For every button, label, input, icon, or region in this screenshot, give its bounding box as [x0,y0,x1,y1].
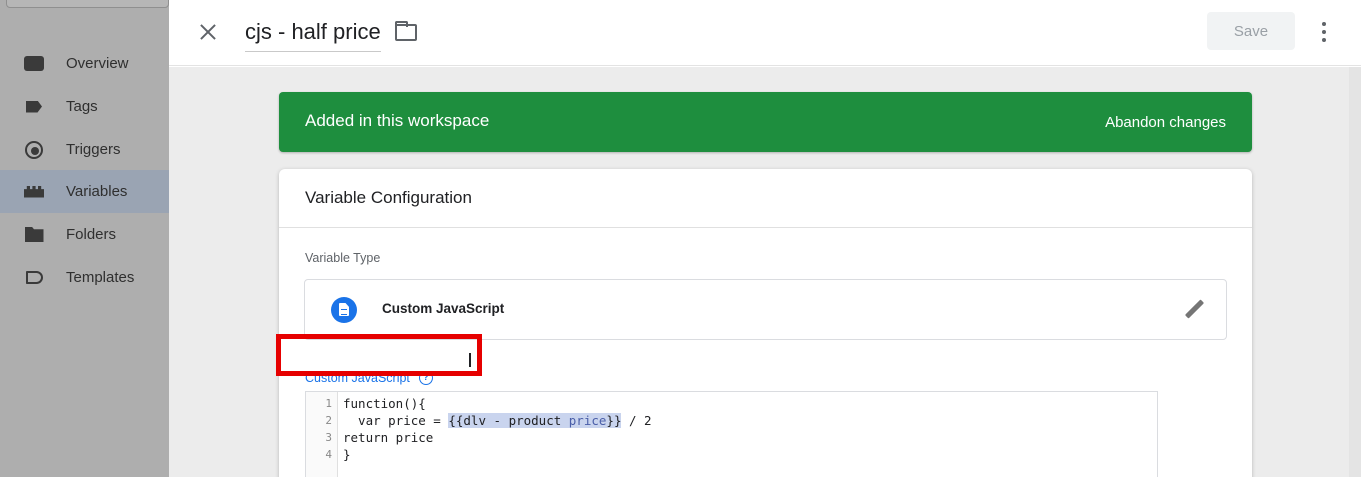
line-number: 2 [325,414,332,427]
sidebar-item-label: Variables [66,183,128,200]
sidebar-item-label: Triggers [66,141,121,158]
sidebar-item-label: Templates [66,269,135,286]
line-number: 4 [325,448,332,461]
code-text: var price = [343,413,449,428]
line-number: 1 [325,397,332,410]
variable-configuration-card: Variable Configuration Variable Type Cus… [279,169,1252,477]
workspace-selector[interactable] [6,0,169,8]
workspace-status-banner: Added in this workspace Abandon changes [279,92,1252,152]
code-line-3: return price [343,430,434,445]
code-editor[interactable]: 1 2 3 4 function(){ var price = {{dlv - … [305,391,1158,477]
sidebar-item-label: Overview [66,55,129,72]
editor-header: cjs - half price Save [169,0,1361,66]
divider [279,227,1252,228]
folder-icon [24,227,44,243]
sidebar-item-templates[interactable]: Templates [0,256,169,299]
card-title: Variable Configuration [305,188,472,207]
sidebar-item-overview[interactable]: Overview [0,42,169,85]
close-icon[interactable] [196,20,220,44]
code-text: {{dlv - product [448,413,569,428]
abandon-changes-button[interactable]: Abandon changes [1105,114,1226,131]
code-line-4: } [343,447,351,462]
folder-icon[interactable] [395,21,417,41]
document-icon [331,297,357,323]
code-text: }} [606,413,622,428]
sidebar-item-variables[interactable]: Variables [0,170,169,213]
variable-type-name: Custom JavaScript [382,301,505,316]
more-options-icon[interactable] [1315,20,1333,44]
edit-pencil-icon[interactable] [1184,299,1206,321]
banner-message: Added in this workspace [305,111,490,130]
sidebar-item-tags[interactable]: Tags [0,85,169,128]
code-text: price [568,413,607,428]
main-content: Added in this workspace Abandon changes … [169,67,1361,477]
overview-icon [24,56,44,72]
sidebar-item-triggers[interactable]: Triggers [0,128,169,171]
text-cursor [469,353,471,367]
save-button[interactable]: Save [1207,12,1295,50]
gtm-variable-editor: Overview Tags Triggers Variables Folders… [0,0,1361,477]
sidebar-item-label: Tags [66,98,98,115]
line-number-gutter: 1 2 3 4 [306,392,338,477]
variable-name-field[interactable]: cjs - half price [245,19,381,52]
scrollbar[interactable] [1349,67,1361,477]
line-number: 3 [325,431,332,444]
selected-variable-reference: {{dlv - product price}} [448,413,622,428]
sidebar-item-label: Folders [66,226,117,243]
sidebar-item-folders[interactable]: Folders [0,213,169,256]
trigger-icon [24,140,44,159]
variable-type-selector[interactable]: Custom JavaScript [304,279,1227,340]
sidebar: Overview Tags Triggers Variables Folders… [0,0,169,477]
annotation-highlight-box [276,334,482,376]
template-icon [24,270,44,286]
variables-icon [24,184,44,200]
code-line-1: function(){ [343,396,426,411]
code-text: / 2 [621,413,652,428]
code-line-2: var price = {{dlv - product price}} / 2 [343,413,652,428]
tag-icon [24,99,44,115]
variable-type-label: Variable Type [305,251,381,265]
